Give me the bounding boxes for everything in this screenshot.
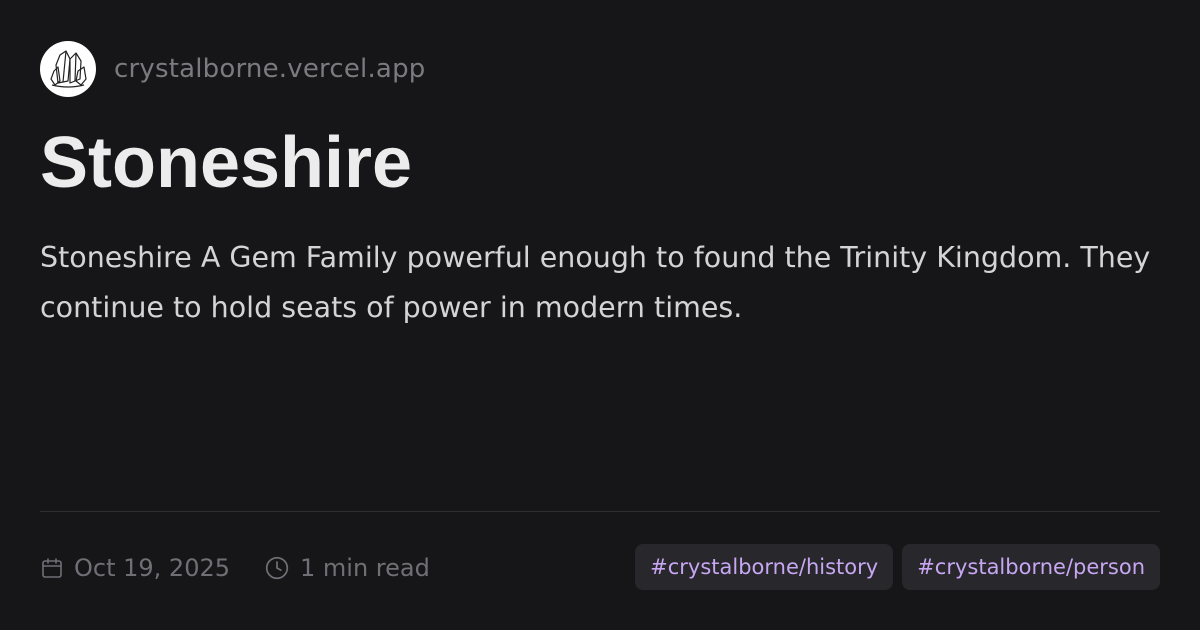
- divider: [40, 511, 1160, 512]
- og-card: crystalborne.vercel.app Stoneshire Stone…: [0, 0, 1200, 630]
- page-description: Stoneshire A Gem Family powerful enough …: [40, 241, 1151, 324]
- tag-person[interactable]: #crystalborne/person: [902, 544, 1160, 590]
- article-meta: Oct 19, 2025 1 min read: [40, 545, 464, 591]
- site-header[interactable]: crystalborne.vercel.app: [40, 41, 425, 97]
- clock-icon: [264, 555, 290, 581]
- crystal-cluster-icon: [40, 41, 96, 97]
- publish-date: Oct 19, 2025: [40, 554, 230, 582]
- site-domain[interactable]: crystalborne.vercel.app: [114, 54, 425, 84]
- tag-list: #crystalborne/history #crystalborne/pers…: [635, 544, 1160, 590]
- read-time: 1 min read: [264, 554, 430, 582]
- read-time-text: 1 min read: [300, 554, 430, 582]
- tag-history[interactable]: #crystalborne/history: [635, 544, 894, 590]
- publish-date-text: Oct 19, 2025: [74, 554, 230, 582]
- calendar-icon: [40, 556, 64, 580]
- page-title: Stoneshire: [40, 123, 413, 203]
